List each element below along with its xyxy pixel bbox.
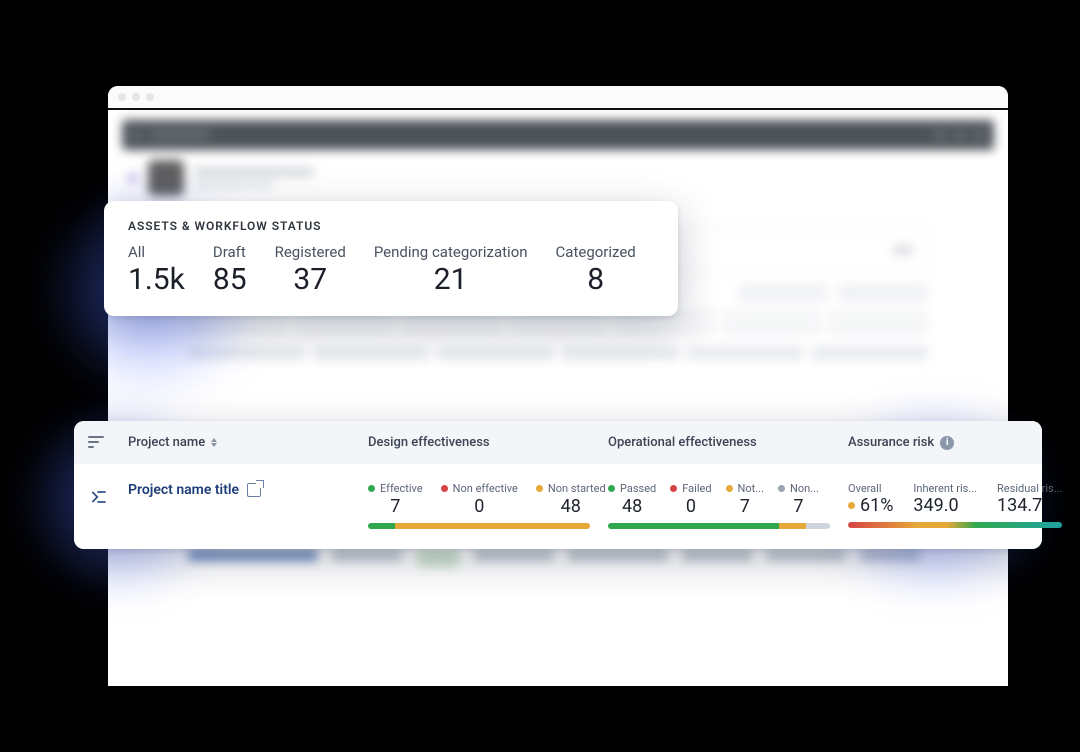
stat-label: Categorized xyxy=(556,243,636,261)
column-design-effectiveness[interactable]: Design effectiveness xyxy=(368,435,608,450)
op-not: Not... 7 xyxy=(726,482,764,517)
column-label: Assurance risk xyxy=(848,435,934,450)
column-project-name[interactable]: Project name xyxy=(128,435,368,450)
filter-lines-icon[interactable] xyxy=(82,436,128,450)
browser-chrome xyxy=(108,86,1008,110)
op-passed: Passed 48 xyxy=(608,482,656,517)
window-dot-icon xyxy=(118,93,126,101)
column-label: Project name xyxy=(128,435,205,450)
column-assurance-risk[interactable]: Assurance risk i xyxy=(848,435,1024,450)
op-non: Non... 7 xyxy=(778,482,819,517)
project-name-text: Project name title xyxy=(128,482,239,498)
design-progress-bar xyxy=(368,523,590,529)
bullet-icon xyxy=(848,502,855,509)
assurance-inherent: Inherent ris... 349.0 xyxy=(913,482,977,516)
project-table-header: Project name Design effectiveness Operat… xyxy=(74,421,1042,464)
window-dot-icon xyxy=(132,93,140,101)
assurance-overall: Overall 61% xyxy=(848,482,893,516)
stat-draft[interactable]: Draft 85 xyxy=(213,243,247,296)
project-row: Project name title Effective 7 Non effec… xyxy=(74,464,1042,549)
stat-value: 8 xyxy=(587,263,604,296)
stats-row: All 1.5k Draft 85 Registered 37 Pending … xyxy=(128,243,654,296)
column-label: Design effectiveness xyxy=(368,435,490,450)
stat-label: Registered xyxy=(275,243,346,261)
column-operational-effectiveness[interactable]: Operational effectiveness xyxy=(608,435,848,450)
bullet-icon xyxy=(670,485,677,492)
stat-value: 1.5k xyxy=(128,263,185,296)
sort-icon[interactable] xyxy=(211,438,217,447)
expand-row-icon[interactable] xyxy=(86,484,112,510)
open-external-icon[interactable] xyxy=(247,483,261,497)
operational-progress-bar xyxy=(608,523,830,529)
assurance-risk-block: Overall 61% Inherent ris... 349.0 Residu… xyxy=(848,482,1062,528)
stat-label: All xyxy=(128,243,145,261)
info-icon[interactable]: i xyxy=(940,436,954,450)
bullet-icon xyxy=(536,485,543,492)
design-effective: Effective 7 xyxy=(368,482,423,517)
stat-label: Pending categorization xyxy=(374,243,528,261)
bullet-icon xyxy=(778,485,785,492)
project-name-link[interactable]: Project name title xyxy=(128,482,368,498)
stat-all[interactable]: All 1.5k xyxy=(128,243,185,296)
bullet-icon xyxy=(608,485,615,492)
stat-label: Draft xyxy=(213,243,246,261)
design-effectiveness-block: Effective 7 Non effective 0 Non started … xyxy=(368,482,608,529)
stat-value: 37 xyxy=(293,263,327,296)
design-non-effective: Non effective 0 xyxy=(441,482,518,517)
stat-registered[interactable]: Registered 37 xyxy=(275,243,346,296)
stat-value: 21 xyxy=(434,263,468,296)
project-table-card: Project name Design effectiveness Operat… xyxy=(74,421,1042,549)
stat-pending-categorization[interactable]: Pending categorization 21 xyxy=(374,243,528,296)
window-dot-icon xyxy=(146,93,154,101)
bullet-icon xyxy=(441,485,448,492)
card-title: ASSETS & WORKFLOW STATUS xyxy=(128,219,654,233)
bullet-icon xyxy=(368,485,375,492)
assets-workflow-status-card: ASSETS & WORKFLOW STATUS All 1.5k Draft … xyxy=(104,201,678,316)
assurance-gradient-bar xyxy=(848,522,1062,528)
column-label: Operational effectiveness xyxy=(608,435,757,450)
stat-categorized[interactable]: Categorized 8 xyxy=(556,243,636,296)
bullet-icon xyxy=(726,485,733,492)
op-failed: Failed 0 xyxy=(670,482,711,517)
stat-value: 85 xyxy=(213,263,247,296)
assurance-residual: Residual ris... 134.7 xyxy=(997,482,1062,516)
operational-effectiveness-block: Passed 48 Failed 0 Not... 7 Non... 7 xyxy=(608,482,848,529)
design-not-started: Non started 48 xyxy=(536,482,606,517)
